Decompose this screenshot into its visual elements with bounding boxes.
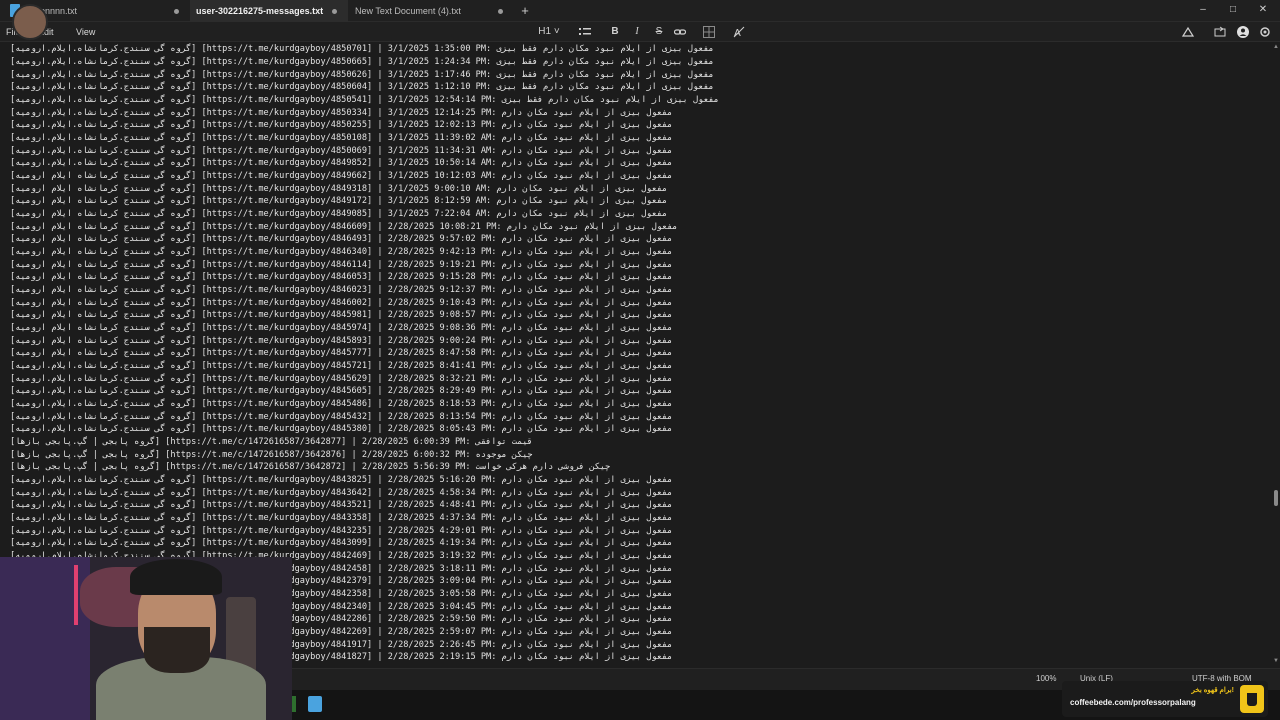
text-line: [گروه گی سنندج کرمانشاه ایلام ارومیه] [h…: [10, 247, 673, 257]
link-button[interactable]: [672, 25, 688, 39]
share-button[interactable]: [1212, 25, 1228, 39]
text-line: [گروه گی سنندج کرمانشاه ایلام ارومیه] [h…: [10, 310, 673, 320]
account-icon: [1237, 26, 1249, 38]
account-button[interactable]: [1236, 25, 1250, 39]
text-line: [گروه گی سنندج کرمانشاه ایلام ارومیه] [h…: [10, 260, 673, 270]
text-line: [گروه پابجی | گپ.پابجی بازها] [https://t…: [10, 462, 611, 472]
minimize-button[interactable]: –: [1194, 2, 1212, 18]
text-line: [گروه گی سنندج کرمانشاه ایلام ارومیه] [h…: [10, 222, 678, 232]
new-tab-button[interactable]: +: [518, 2, 532, 20]
settings-button[interactable]: [1258, 25, 1272, 39]
strikethrough-button[interactable]: S: [652, 25, 666, 39]
unsaved-dot-icon: [498, 9, 503, 14]
clear-format-button[interactable]: A: [731, 25, 747, 39]
scroll-thumb[interactable]: [1274, 490, 1278, 506]
presenter-cap: [130, 559, 222, 595]
coffee-cup-icon: [1240, 685, 1264, 713]
text-line: [گروه گی سنندج.کرمانشاه.ایلام.ارومیه] [h…: [10, 424, 673, 434]
text-line: [گروه گی سنندج.کرمانشاه.ایلام.ارومیه] [h…: [10, 70, 714, 80]
presenter-beard: [144, 627, 210, 673]
text-line: [گروه گی سنندج کرمانشاه ایلام ارومیه] [h…: [10, 348, 673, 358]
vertical-scrollbar[interactable]: ▲ ▼: [1272, 42, 1280, 668]
text-line: [گروه گی سنندج.کرمانشاه.ایلام.ارومیه] [h…: [10, 133, 673, 143]
settings-icon: [1260, 27, 1270, 37]
share-icon: [1214, 26, 1226, 37]
text-line: [گروه گی سنندج کرمانشاه ایلام ارومیه] [h…: [10, 196, 668, 206]
link-icon: [674, 29, 686, 35]
donate-badge[interactable]: برام قهوه بخر! coffeebede.com/professorp…: [1062, 681, 1268, 717]
text-line: [گروه گی سنندج.کرمانشاه.ایلام.ارومیه] [h…: [10, 475, 673, 485]
text-line: [گروه گی سنندج.کرمانشاه.ایلام.ارومیه] [h…: [10, 146, 673, 156]
copilot-icon: [1181, 26, 1195, 37]
list-icon: [579, 28, 591, 35]
zoom-level[interactable]: 100%: [1036, 674, 1056, 683]
text-line: [گروه گی سنندج.کرمانشاه.ایلام.ارومیه] [h…: [10, 120, 673, 130]
unsaved-dot-icon: [174, 9, 179, 14]
text-line: [گروه گی سنندج.کرمانشاه.ایلام.ارومیه] [h…: [10, 538, 673, 548]
text-line: [گروه گی سنندج.کرمانشاه.ایلام.ارومیه] [h…: [10, 374, 673, 384]
unsaved-dot-icon: [332, 9, 337, 14]
text-line: [گروه پابجی | گپ.پابجی بازها] [https://t…: [10, 437, 533, 447]
table-dropdown[interactable]: [696, 25, 722, 39]
text-line: [گروه گی سنندج.کرمانشاه.ایلام.ارومیه] [h…: [10, 500, 673, 510]
text-line: [گروه گی سنندج.کرمانشاه.ایلام.ارومیه] [h…: [10, 526, 673, 536]
tab-label: user-302216275-messages.txt: [196, 6, 324, 16]
text-line: [گروه گی سنندج کرمانشاه ایلام ارومیه] [h…: [10, 323, 673, 333]
donate-title: برام قهوه بخر!: [1191, 687, 1234, 694]
text-line: [گروه گی سنندج.کرمانشاه.ایلام.ارومیه] [h…: [10, 513, 673, 523]
bold-button[interactable]: B: [608, 25, 622, 39]
italic-button[interactable]: I: [630, 25, 644, 39]
text-line: [گروه گی سنندج کرمانشاه ایلام ارومیه] [h…: [10, 285, 673, 295]
text-line: [گروه گی سنندج.کرمانشاه.ایلام.ارومیه] [h…: [10, 82, 714, 92]
text-line: [گروه گی سنندج کرمانشاه ایلام ارومیه] [h…: [10, 171, 673, 181]
scroll-up-icon[interactable]: ▲: [1273, 44, 1279, 50]
toolbar: File Edit View H1 ˅ B I S A: [0, 22, 1280, 42]
list-dropdown[interactable]: [572, 25, 598, 39]
table-icon: [703, 26, 715, 38]
text-line: [گروه گی سنندج.کرمانشاه.ایلام.ارومیه] [h…: [10, 386, 673, 396]
text-line: [گروه گی سنندج.کرمانشاه.ایلام.ارومیه] [h…: [10, 44, 714, 54]
text-line: [گروه گی سنندج کرمانشاه ایلام ارومیه] [h…: [10, 336, 673, 346]
text-line: [گروه گی سنندج.کرمانشاه.ایلام.ارومیه] [h…: [10, 95, 719, 105]
scroll-down-icon[interactable]: ▼: [1273, 658, 1279, 664]
tab-onnnn[interactable]: onnnn.txt: [30, 0, 190, 22]
text-line: [گروه گی سنندج.کرمانشاه.ایلام.ارومیه] [h…: [10, 57, 714, 67]
text-line: [گروه گی سنندج کرمانشاه ایلام ارومیه] [h…: [10, 184, 668, 194]
text-line: [گروه گی سنندج کرمانشاه ایلام ارومیه] [h…: [10, 272, 673, 282]
neon-light: [74, 565, 78, 625]
text-line: [گروه گی سنندج.کرمانشاه.ایلام.ارومیه] [h…: [10, 108, 673, 118]
menu-view[interactable]: View: [76, 25, 95, 39]
text-line: [گروه گی سنندج.کرمانشاه.ایلام.ارومیه] [h…: [10, 399, 673, 409]
close-button[interactable]: ✕: [1254, 2, 1272, 18]
text-line: [گروه گی سنندج.کرمانشاه.ایلام.ارومیه] [h…: [10, 488, 673, 498]
text-line: [گروه گی سنندج کرمانشاه ایلام ارومیه] [h…: [10, 234, 673, 244]
tab-new-text-document[interactable]: New Text Document (4).txt: [348, 0, 508, 22]
text-line: [گروه گی سنندج.کرمانشاه.ایلام.ارومیه] [h…: [10, 158, 673, 168]
taskbar-notepad-icon[interactable]: [308, 696, 322, 712]
copilot-button[interactable]: [1176, 25, 1200, 39]
title-bar: onnnn.txt user-302216275-messages.txt Ne…: [0, 0, 1280, 22]
heading-label: H1: [538, 26, 552, 37]
text-line: [گروه پابجی | گپ.پابجی بازها] [https://t…: [10, 450, 533, 460]
text-line: [گروه گی سنندج.کرمانشاه.ایلام.ارومیه] [h…: [10, 412, 673, 422]
webcam-overlay: [0, 557, 292, 720]
heading-dropdown[interactable]: H1 ˅: [536, 25, 562, 39]
clear-format-icon: A: [733, 26, 745, 38]
text-line: [گروه گی سنندج.کرمانشاه.ایلام.ارومیه] [h…: [10, 361, 673, 371]
tab-user-messages[interactable]: user-302216275-messages.txt: [190, 0, 348, 22]
text-line: [گروه گی سنندج کرمانشاه ایلام ارومیه] [h…: [10, 209, 668, 219]
donate-url: coffeebede.com/professorpalang: [1070, 698, 1196, 707]
tab-label: New Text Document (4).txt: [355, 6, 461, 16]
avatar: [12, 4, 48, 40]
text-line: [گروه گی سنندج کرمانشاه ایلام ارومیه] [h…: [10, 298, 673, 308]
maximize-button[interactable]: □: [1224, 2, 1242, 18]
